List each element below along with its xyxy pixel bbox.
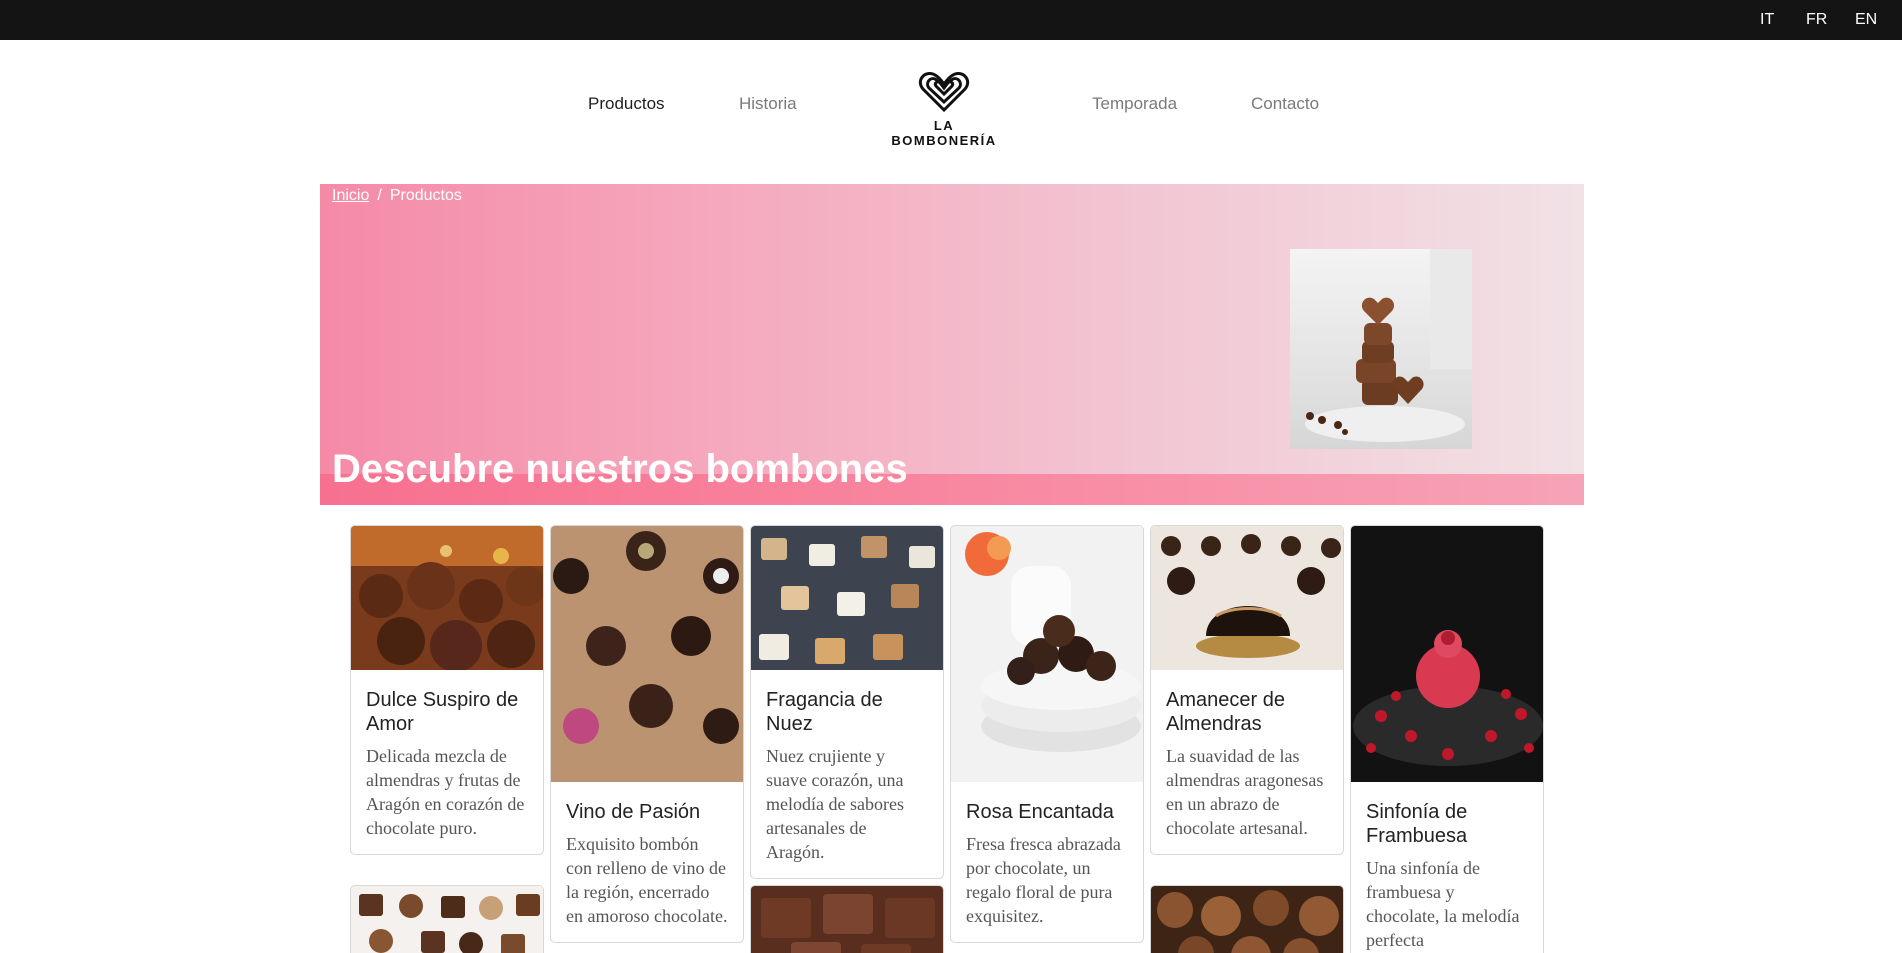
heart-logo-icon	[918, 71, 970, 112]
product-card[interactable]	[1150, 885, 1344, 953]
product-image	[1351, 526, 1543, 782]
product-card[interactable]: Fragancia de Nuez Nuez crujiente y suave…	[750, 525, 944, 879]
page-title: Descubre nuestros bombones	[332, 447, 908, 491]
product-card[interactable]: Amanecer de Almendras La suavidad de las…	[1150, 525, 1344, 855]
product-card[interactable]: Vino de Pasión Exquisito bombón con rell…	[550, 525, 744, 943]
product-image	[1151, 526, 1343, 670]
product-image	[351, 886, 543, 953]
lang-en-link[interactable]: EN	[1855, 0, 1877, 40]
product-description: La suavidad de las almendras aragonesas …	[1166, 746, 1324, 838]
product-image	[751, 526, 943, 670]
lang-it-link[interactable]: IT	[1760, 0, 1774, 40]
hero-image-stacked-chocolates	[1290, 249, 1472, 449]
nav-contacto[interactable]: Contacto	[1251, 94, 1319, 114]
product-description: Exquisito bombón con relleno de vino de …	[566, 834, 728, 926]
product-image	[1151, 886, 1343, 953]
brand-logo[interactable]: LA BOMBONERÍA	[880, 70, 1008, 148]
product-card[interactable]: Rosa Encantada Fresa fresca abrazada por…	[950, 525, 1144, 943]
breadcrumb-separator: /	[377, 187, 382, 204]
product-description: Delicada mezcla de almendras y frutas de…	[366, 746, 525, 838]
language-bar: IT FR EN	[0, 0, 1902, 40]
product-card[interactable]: Sinfonía de Frambuesa Una sinfonía de fr…	[1350, 525, 1544, 953]
nav-historia[interactable]: Historia	[739, 94, 797, 114]
breadcrumb-home-link[interactable]: Inicio	[332, 187, 369, 204]
product-image	[951, 526, 1143, 782]
product-name: Vino de Pasión	[566, 801, 701, 823]
product-card[interactable]	[350, 885, 544, 953]
product-image	[751, 886, 943, 953]
product-image	[551, 526, 743, 782]
product-name: Dulce Suspiro de Amor	[366, 689, 519, 735]
product-description: Una sinfonía de frambuesa y chocolate, l…	[1366, 858, 1520, 950]
product-name: Rosa Encantada	[966, 801, 1114, 823]
product-card[interactable]	[750, 885, 944, 953]
product-name: Fragancia de Nuez	[766, 689, 883, 735]
product-description: Nuez crujiente y suave corazón, una melo…	[766, 746, 904, 862]
product-name: Sinfonía de Frambuesa	[1366, 801, 1468, 847]
product-image	[351, 526, 543, 670]
product-description: Fresa fresca abrazada por chocolate, un …	[966, 834, 1121, 926]
brand-name: LA BOMBONERÍA	[891, 118, 997, 148]
nav-productos[interactable]: Productos	[588, 94, 665, 114]
product-name: Amanecer de Almendras	[1166, 689, 1285, 735]
product-card[interactable]: Dulce Suspiro de Amor Delicada mezcla de…	[350, 525, 544, 855]
hero-banner: Inicio / Productos Descubre nuestros bombo…	[320, 184, 1584, 505]
lang-fr-link[interactable]: FR	[1806, 0, 1827, 40]
breadcrumb-current: Productos	[389, 187, 462, 204]
nav-temporada[interactable]: Temporada	[1092, 94, 1177, 114]
breadcrumb: Inicio / Productos	[332, 187, 462, 205]
